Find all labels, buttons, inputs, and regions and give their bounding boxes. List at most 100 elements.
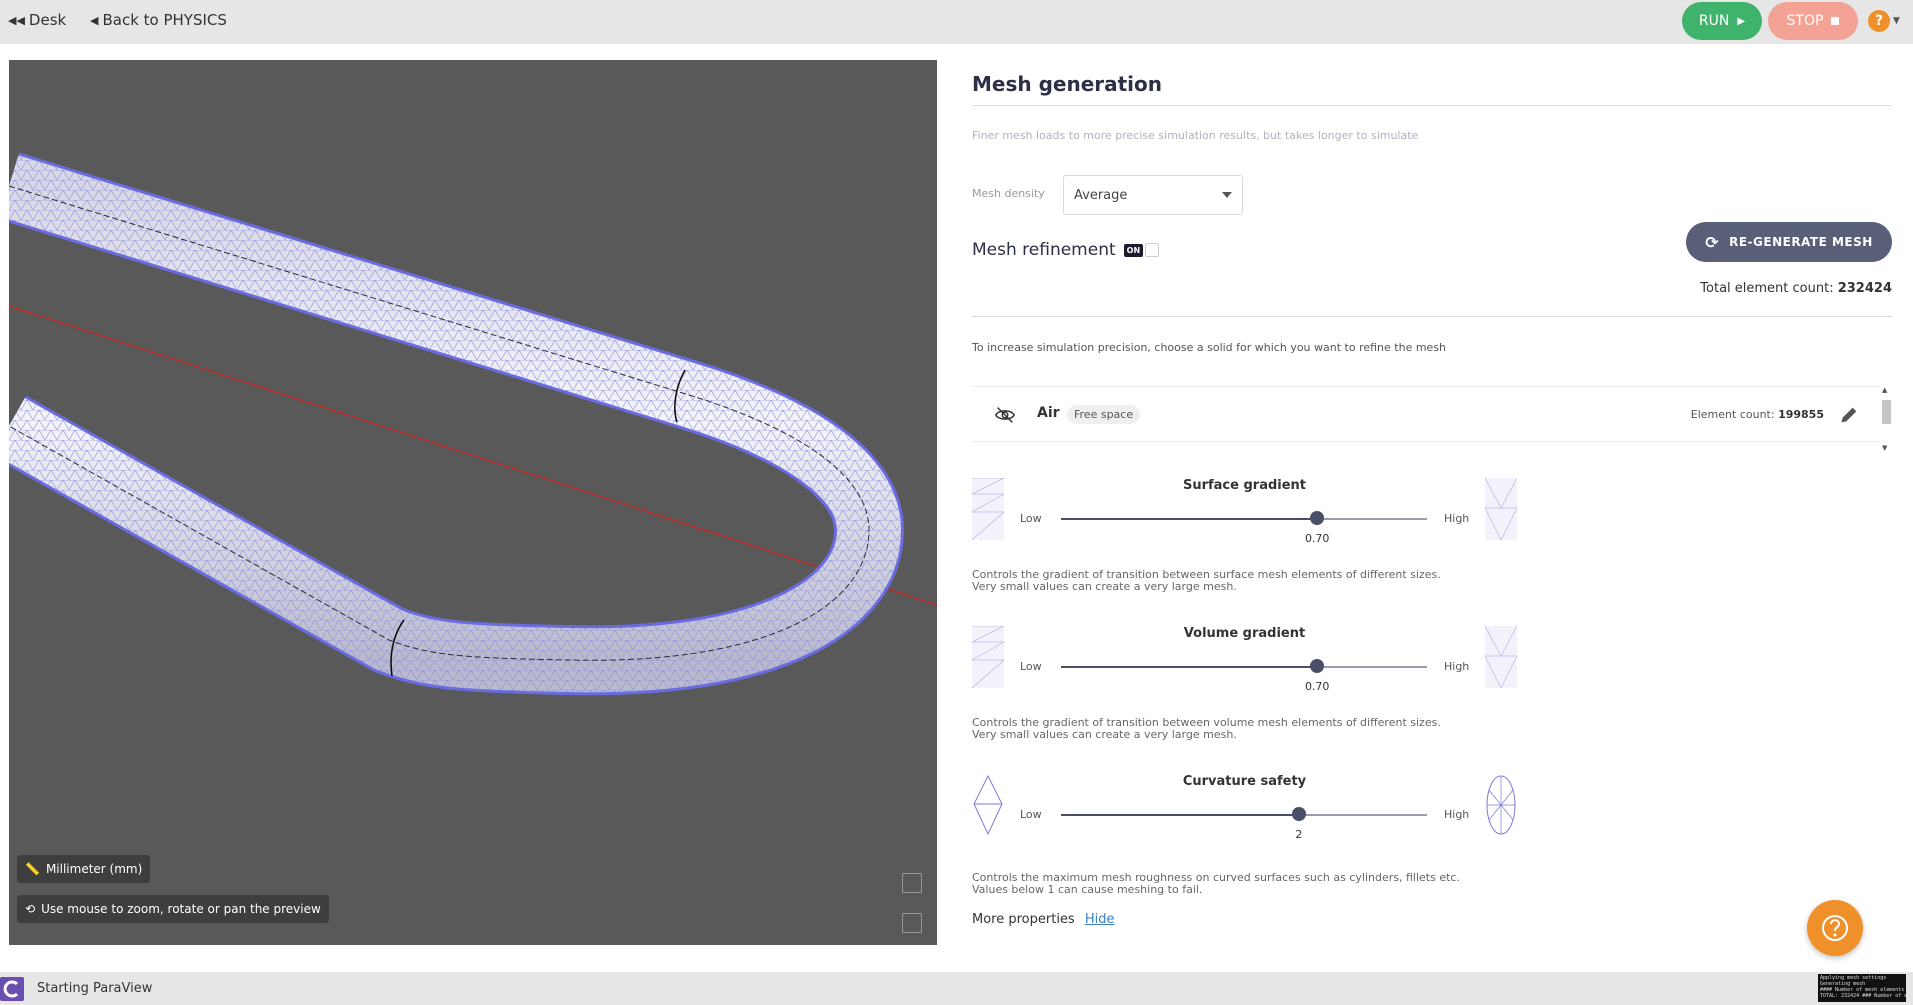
stop-button[interactable]: STOP — [1768, 2, 1858, 40]
density-label: Mesh density — [972, 187, 1045, 200]
slider-value: 0.70 — [1304, 680, 1330, 693]
divider — [972, 316, 1892, 317]
slider-low-label: Low — [1020, 512, 1042, 525]
refinement-header: Mesh refinement ON — [972, 240, 1160, 260]
toggle-knob — [1145, 243, 1160, 257]
count-value: 199855 — [1778, 408, 1824, 421]
fine-mesh-thumbnail — [1485, 478, 1517, 540]
app-logo-icon — [0, 977, 24, 1001]
solid-element-count: Element count: 199855 — [1584, 408, 1824, 421]
help-menu[interactable]: ? ▼ — [1868, 10, 1900, 32]
scroll-up-icon[interactable]: ▲ — [1882, 386, 1887, 394]
arrow-left-icon: ◀ — [90, 13, 99, 27]
scrollbar-thumb[interactable] — [1882, 400, 1891, 424]
double-arrow-left-icon: ◀◀ — [8, 13, 25, 27]
units-label: Millimeter (mm) — [45, 862, 143, 876]
desc-line: Values below 1 can cause meshing to fail… — [972, 883, 1203, 896]
density-select[interactable]: Average — [1063, 175, 1243, 215]
slider-low-label: Low — [1020, 660, 1042, 673]
slider-low-label: Low — [1020, 808, 1042, 821]
slider-title: Curvature safety — [1182, 774, 1307, 789]
status-bar — [0, 972, 1913, 1005]
slider-handle[interactable] — [1310, 511, 1325, 525]
chevron-down-icon — [1222, 192, 1232, 198]
slider-value: 2 — [1295, 828, 1303, 841]
density-value: Average — [1074, 187, 1128, 203]
slider-description: Controls the maximum mesh roughness on c… — [972, 872, 1572, 896]
slider-high-label: High — [1444, 512, 1470, 525]
slider-handle[interactable] — [1291, 807, 1306, 821]
desk-link[interactable]: ◀◀ Desk — [8, 11, 66, 29]
console-preview[interactable]: Applying mesh settings Generating mesh #… — [1818, 974, 1906, 1002]
stop-label: STOP — [1786, 13, 1824, 29]
solid-row[interactable]: Air Free space Element count: 199855 — [972, 386, 1880, 442]
solid-name: Air — [1037, 405, 1060, 421]
coarse-mesh-thumbnail — [972, 478, 1004, 540]
slider-high-label: High — [1444, 660, 1470, 673]
refinement-toggle[interactable]: ON — [1123, 243, 1160, 257]
refresh-icon: ⟳ — [1705, 232, 1720, 252]
slider-fill — [1061, 814, 1299, 816]
chevron-down-icon: ▼ — [1893, 16, 1900, 26]
back-link[interactable]: ◀ Back to PHYSICS — [90, 11, 227, 29]
desk-label: Desk — [28, 11, 67, 29]
total-label: Total element count: — [1700, 281, 1834, 296]
help-icon: ? — [1868, 10, 1890, 32]
page-title: Mesh generation — [972, 72, 1163, 96]
eye-off-icon[interactable] — [994, 404, 1016, 426]
stop-square-icon — [1831, 17, 1840, 25]
surface-gradient-setting: Surface gradient Low 0.70 High Controls … — [972, 478, 1572, 618]
slider-high-label: High — [1444, 808, 1470, 821]
solid-type-badge: Free space — [1067, 405, 1141, 424]
mesh-subtitle: Finer mesh loads to more precise simulat… — [972, 129, 1419, 142]
hide-link[interactable]: Hide — [1085, 912, 1115, 927]
play-icon: ▶ — [1737, 15, 1746, 27]
fit-view-icon[interactable] — [902, 873, 922, 893]
fine-volume-thumbnail — [1485, 626, 1517, 688]
run-label: RUN — [1698, 13, 1730, 29]
toggle-on-label: ON — [1123, 243, 1144, 257]
more-properties: More properties Hide — [972, 912, 1114, 927]
mesh-preview — [9, 152, 937, 696]
refinement-title: Mesh refinement — [972, 240, 1116, 260]
total-element-count: Total element count: 232424 — [1692, 281, 1892, 296]
slider-fill — [1061, 518, 1318, 520]
mouse-rotate-icon: ⟲ — [25, 902, 36, 916]
regenerate-mesh-button[interactable]: ⟳ RE-GENERATE MESH — [1686, 222, 1892, 262]
total-value: 232424 — [1837, 281, 1892, 296]
coarse-volume-thumbnail — [972, 626, 1004, 688]
hint-label: Use mouse to zoom, rotate or pan the pre… — [41, 902, 321, 916]
fullscreen-icon[interactable] — [902, 913, 922, 933]
count-label: Element count: — [1690, 408, 1775, 421]
ruler-icon: 📏 — [25, 862, 40, 876]
refine-hint: To increase simulation precision, choose… — [972, 341, 1447, 354]
back-label: Back to PHYSICS — [102, 11, 227, 29]
slider-description: Controls the gradient of transition betw… — [972, 569, 1572, 593]
volume-gradient-setting: Volume gradient Low 0.70 High Controls t… — [972, 626, 1572, 766]
help-fab-button[interactable] — [1807, 900, 1863, 956]
more-properties-label: More properties — [972, 912, 1075, 927]
slider-handle[interactable] — [1310, 659, 1325, 673]
slider-description: Controls the gradient of transition betw… — [972, 717, 1572, 741]
3d-viewport[interactable]: 📏 Millimeter (mm) ⟲ Use mouse to zoom, r… — [9, 60, 937, 945]
regenerate-label: RE-GENERATE MESH — [1729, 235, 1873, 249]
scroll-down-icon[interactable]: ▼ — [1882, 444, 1887, 452]
slider-value: 0.70 — [1304, 532, 1330, 545]
mesh-panel: Mesh generation Finer mesh loads to more… — [972, 44, 1892, 972]
curvature-safety-setting: Curvature safety Low 2 High Controls the… — [972, 774, 1572, 914]
slider-title: Surface gradient — [1182, 478, 1307, 493]
solid-list-scrollbar[interactable]: ▲ ▼ — [1880, 386, 1892, 456]
units-chip[interactable]: 📏 Millimeter (mm) — [17, 855, 151, 883]
divider — [972, 105, 1892, 106]
status-text: Starting ParaView — [37, 981, 153, 996]
navigation-hint: ⟲ Use mouse to zoom, rotate or pan the p… — [17, 895, 329, 923]
low-curvature-thumbnail — [973, 774, 1003, 836]
high-curvature-thumbnail — [1486, 775, 1516, 835]
run-button[interactable]: RUN ▶ — [1682, 2, 1762, 40]
desc-line: Very small values can create a very larg… — [972, 728, 1237, 741]
edit-icon[interactable] — [1838, 404, 1860, 426]
slider-fill — [1061, 666, 1318, 668]
question-icon — [1822, 915, 1848, 941]
slider-title: Volume gradient — [1183, 626, 1306, 641]
top-bar: ◀◀ Desk ◀ Back to PHYSICS RUN ▶ STOP ? ▼ — [0, 0, 1913, 44]
